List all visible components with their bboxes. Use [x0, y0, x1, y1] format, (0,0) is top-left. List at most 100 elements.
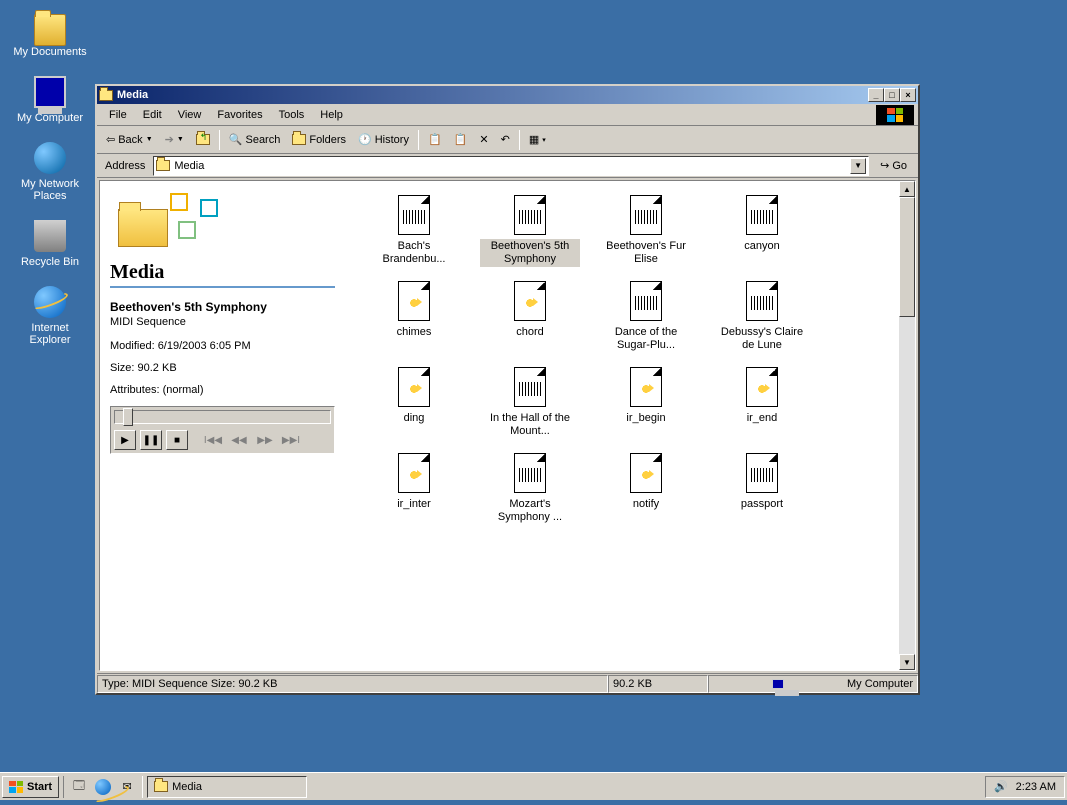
- minimize-button[interactable]: _: [868, 88, 884, 102]
- start-button[interactable]: Start: [2, 776, 59, 798]
- menu-help[interactable]: Help: [312, 107, 351, 123]
- menu-view[interactable]: View: [170, 107, 210, 123]
- forward-button[interactable]: ➔▼: [160, 130, 189, 149]
- copyto-button[interactable]: 📋: [449, 130, 473, 149]
- taskbar-task-media[interactable]: Media: [147, 776, 307, 798]
- stop-button[interactable]: ■: [166, 430, 188, 450]
- file-item[interactable]: chord: [475, 281, 585, 353]
- quick-launch: 🗔 ✉: [63, 776, 143, 798]
- file-item[interactable]: ding: [359, 367, 469, 439]
- address-dropdown-button[interactable]: ▼: [850, 158, 866, 174]
- desktop-icon-recycle-bin[interactable]: Recycle Bin: [10, 220, 90, 268]
- folders-icon: [292, 134, 306, 145]
- ie-button[interactable]: [92, 776, 114, 798]
- menu-tools[interactable]: Tools: [271, 107, 313, 123]
- moveto-button[interactable]: 📋: [423, 130, 447, 149]
- file-label: ir_inter: [394, 497, 434, 512]
- views-button[interactable]: ▦▾: [524, 130, 551, 149]
- computer-icon: [772, 679, 784, 689]
- vertical-scrollbar[interactable]: ▲ ▼: [899, 181, 915, 670]
- file-label: Dance of the Sugar-Plu...: [596, 325, 696, 353]
- show-desktop-button[interactable]: 🗔: [68, 776, 90, 798]
- volume-icon[interactable]: 🔊: [994, 780, 1008, 793]
- window-title: Media: [117, 89, 868, 101]
- close-button[interactable]: ×: [900, 88, 916, 102]
- delete-button[interactable]: ✕: [474, 130, 493, 149]
- file-item[interactable]: In the Hall of the Mount...: [475, 367, 585, 439]
- titlebar[interactable]: Media _ □ ×: [97, 86, 918, 104]
- file-item[interactable]: Dance of the Sugar-Plu...: [591, 281, 701, 353]
- up-button[interactable]: ↰: [191, 131, 215, 148]
- desktop-icon-my-computer[interactable]: My Computer: [10, 76, 90, 124]
- scroll-up-button[interactable]: ▲: [899, 181, 915, 197]
- seek-slider[interactable]: [114, 410, 331, 424]
- fastfwd-button[interactable]: ▶▶: [254, 430, 276, 450]
- status-location: My Computer: [708, 675, 918, 693]
- copyto-icon: 📋: [454, 133, 468, 146]
- file-item[interactable]: canyon: [707, 195, 817, 267]
- file-item[interactable]: Bach's Brandenbu...: [359, 195, 469, 267]
- file-label: chimes: [394, 325, 435, 340]
- file-label: canyon: [741, 239, 782, 254]
- selected-file-size: Size: 90.2 KB: [110, 362, 335, 374]
- bin-icon: [34, 220, 66, 252]
- history-button[interactable]: 🕐History: [353, 130, 414, 149]
- pause-button[interactable]: ❚❚: [140, 430, 162, 450]
- skip-back-button[interactable]: I◀◀: [202, 430, 224, 450]
- midi-file-icon: [630, 195, 662, 235]
- midi-file-icon: [746, 453, 778, 493]
- desktop-icon-my-network-places[interactable]: My Network Places: [10, 142, 90, 202]
- file-item[interactable]: Debussy's Claire de Lune: [707, 281, 817, 353]
- computer-icon: [34, 76, 66, 108]
- selected-file-name: Beethoven's 5th Symphony: [110, 300, 335, 314]
- arrow-right-icon: ➔: [165, 133, 174, 146]
- go-icon: ↪: [880, 159, 889, 172]
- desktop-icon-label: My Documents: [10, 46, 90, 58]
- clock[interactable]: 2:23 AM: [1016, 781, 1056, 793]
- moveto-icon: 📋: [428, 133, 442, 146]
- file-item[interactable]: Beethoven's Fur Elise: [591, 195, 701, 267]
- midi-file-icon: [514, 367, 546, 407]
- taskbar: Start 🗔 ✉ Media 🔊 2:23 AM: [0, 772, 1067, 800]
- play-button[interactable]: ▶: [114, 430, 136, 450]
- ie-icon: [34, 286, 66, 318]
- chevron-down-icon: ▼: [177, 136, 184, 143]
- selected-file-type: MIDI Sequence: [110, 316, 335, 328]
- desktop-icon-my-documents[interactable]: My Documents: [10, 10, 90, 58]
- address-input[interactable]: Media ▼: [153, 156, 869, 176]
- file-item[interactable]: ir_end: [707, 367, 817, 439]
- file-item[interactable]: ir_begin: [591, 367, 701, 439]
- desktop-icon-internet-explorer[interactable]: Internet Explorer: [10, 286, 90, 346]
- scroll-down-button[interactable]: ▼: [899, 654, 915, 670]
- selected-file-modified: Modified: 6/19/2003 6:05 PM: [110, 340, 335, 352]
- file-item[interactable]: Beethoven's 5th Symphony: [475, 195, 585, 267]
- file-label: chord: [513, 325, 547, 340]
- menu-file[interactable]: File: [101, 107, 135, 123]
- file-label: passport: [738, 497, 786, 512]
- file-item[interactable]: ir_inter: [359, 453, 469, 525]
- file-item[interactable]: chimes: [359, 281, 469, 353]
- skip-fwd-button[interactable]: ▶▶I: [280, 430, 302, 450]
- status-left: Type: MIDI Sequence Size: 90.2 KB: [97, 675, 608, 693]
- midi-file-icon: [746, 281, 778, 321]
- undo-button[interactable]: ↶: [496, 130, 515, 149]
- views-icon: ▦: [529, 133, 539, 146]
- back-button[interactable]: ⇦Back▼: [101, 130, 158, 149]
- folder-icon: [156, 160, 170, 171]
- windows-flag-icon: [9, 781, 23, 793]
- folders-button[interactable]: Folders: [287, 131, 351, 149]
- wav-file-icon: [630, 367, 662, 407]
- file-item[interactable]: Mozart's Symphony ...: [475, 453, 585, 525]
- menu-edit[interactable]: Edit: [135, 107, 170, 123]
- search-button[interactable]: 🔍Search: [224, 130, 286, 149]
- rewind-button[interactable]: ◀◀: [228, 430, 250, 450]
- scroll-thumb[interactable]: [899, 197, 915, 317]
- go-button[interactable]: ↪Go: [873, 156, 914, 175]
- file-item[interactable]: notify: [591, 453, 701, 525]
- file-item[interactable]: passport: [707, 453, 817, 525]
- maximize-button[interactable]: □: [884, 88, 900, 102]
- menu-favorites[interactable]: Favorites: [209, 107, 270, 123]
- desktop-icon: 🗔: [73, 777, 85, 796]
- file-label: In the Hall of the Mount...: [480, 411, 580, 439]
- menubar: FileEditViewFavoritesToolsHelp: [97, 104, 918, 126]
